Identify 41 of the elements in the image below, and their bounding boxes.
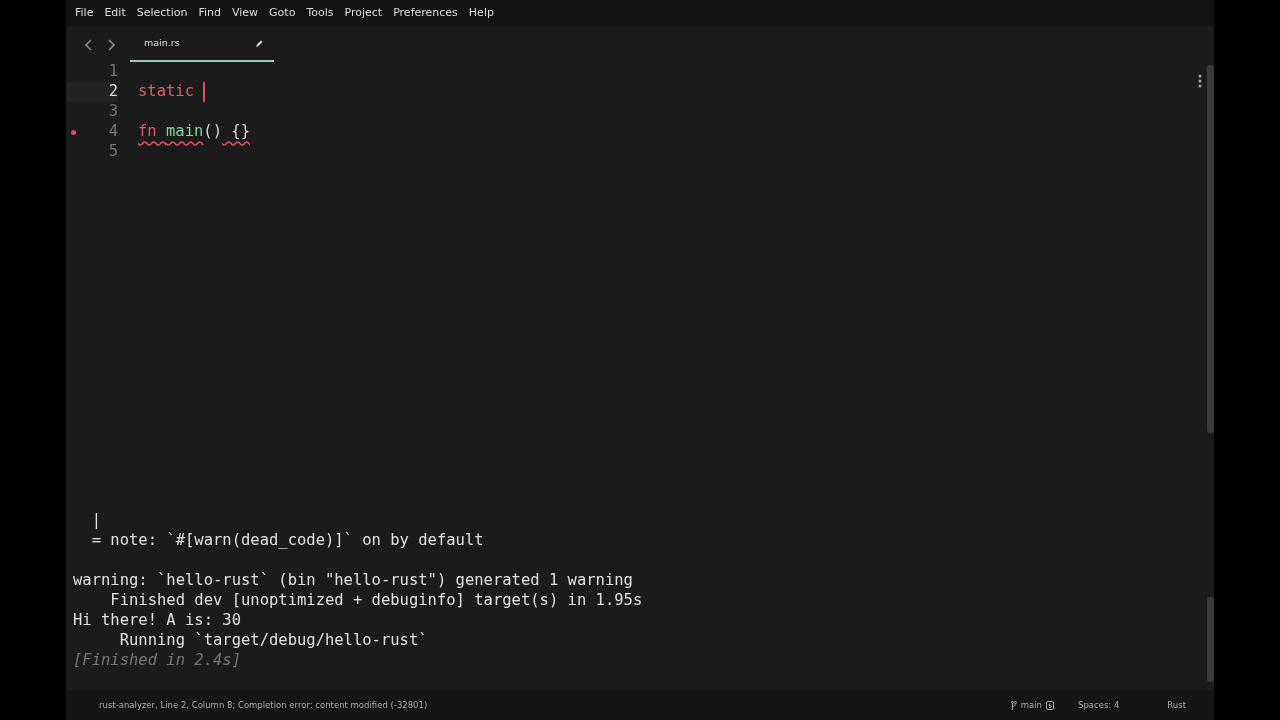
menu-item[interactable]: Edit	[99, 4, 132, 22]
code-token: main	[166, 121, 204, 143]
forward-icon	[107, 38, 115, 51]
menu-item[interactable]: Goto	[264, 4, 302, 22]
menu-item[interactable]: Tools	[301, 4, 340, 22]
output-line: warning: `hello-rust` (bin "hello-rust") generated 1 warning	[73, 570, 634, 590]
indentation-setting[interactable]: Spaces: 4	[1078, 698, 1120, 712]
line-number: 5	[107, 141, 118, 163]
menu-item[interactable]: File	[70, 4, 100, 22]
syntax-setting[interactable]: Rust	[1167, 698, 1186, 712]
line-number: 3	[107, 101, 118, 123]
branch-icon	[1010, 700, 1017, 710]
output-line: Hi there! A is: 30	[73, 610, 242, 630]
output-line: = note: `#[warn(dead_code)]` on by default	[90, 530, 485, 550]
code-token: {}	[230, 121, 250, 143]
output-line: Finished dev [unoptimized + debuginfo] target(s) in 1.95s	[109, 590, 644, 610]
line-number: 4	[107, 121, 118, 143]
code-token: fn	[138, 121, 158, 143]
output-line: [Finished in 2.4s]	[73, 650, 242, 670]
back-icon	[85, 38, 93, 51]
menu-item[interactable]: Preferences	[388, 4, 464, 22]
branch-indicator[interactable]: main	[1010, 698, 1054, 712]
menu-item[interactable]: Find	[193, 4, 227, 22]
status-message: rust-analyzer, Line 2, Column 8; Completion error: content modified (-32801)	[99, 698, 428, 712]
line-number: 1	[107, 61, 118, 83]
menu-item[interactable]: View	[227, 4, 265, 22]
menu-item[interactable]: Selection	[131, 4, 194, 22]
menu-item[interactable]: Help	[463, 4, 500, 22]
code-token: static	[138, 81, 195, 103]
scrollbar-thumb[interactable]	[1207, 597, 1214, 682]
code-token: ()	[203, 121, 222, 143]
status-badge-icon	[1046, 700, 1054, 710]
menu-item[interactable]: Project	[339, 4, 389, 22]
tab-title: main.rs	[144, 35, 180, 50]
output-line: |	[90, 510, 102, 530]
scrollbar-thumb[interactable]	[1207, 65, 1214, 433]
more-icon	[1198, 73, 1202, 88]
output-line: Running `target/debug/hello-rust`	[118, 630, 429, 650]
line-number: 2	[107, 81, 118, 103]
text-cursor	[203, 82, 206, 102]
file-tab[interactable]: main.rs	[130, 26, 274, 62]
